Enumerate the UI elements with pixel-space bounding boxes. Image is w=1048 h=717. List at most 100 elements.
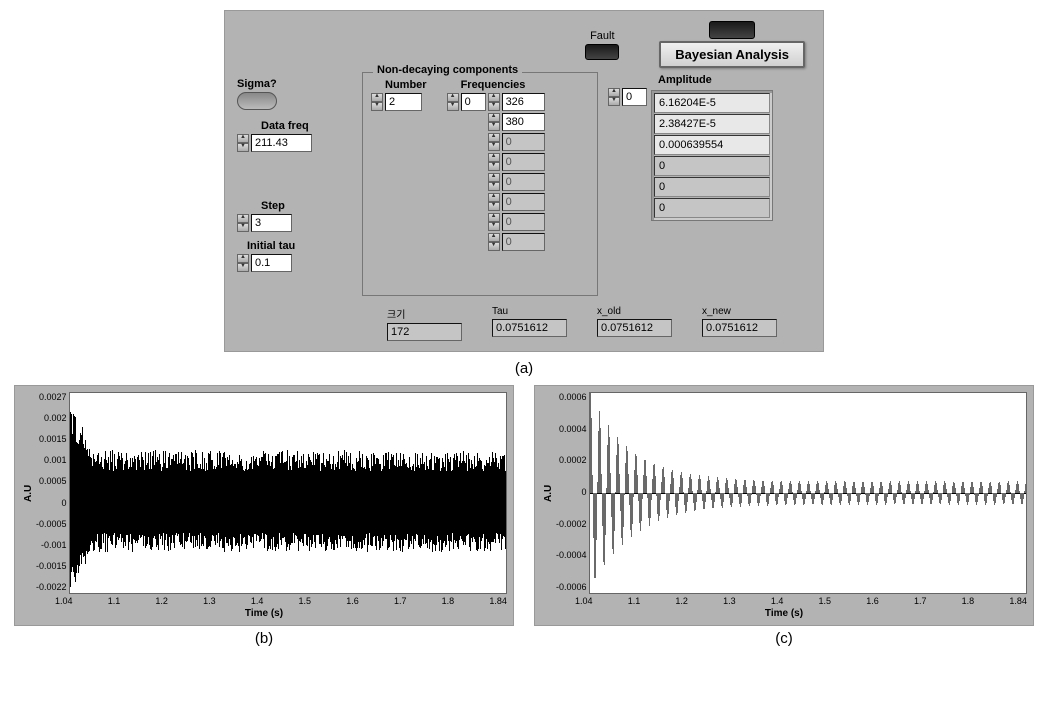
freq-value[interactable]: 0 <box>502 133 545 151</box>
freq-cell[interactable]: ▲▼0 <box>488 153 545 171</box>
freq-cell[interactable]: ▲▼0 <box>488 173 545 191</box>
ytick: 0.0005 <box>36 476 67 486</box>
amp-value: 0 <box>654 198 770 218</box>
initial-tau-control[interactable]: ▲▼ 0.1 <box>237 254 352 272</box>
freq-cell[interactable]: ▲▼0 <box>488 213 545 231</box>
amp-index-input[interactable]: 0 <box>622 88 647 106</box>
number-label: Number <box>385 79 427 91</box>
spinner-icon[interactable]: ▲▼ <box>488 133 500 151</box>
xtick: 1.7 <box>394 596 407 606</box>
spinner-icon[interactable]: ▲▼ <box>608 88 620 106</box>
xtick: 1.4 <box>251 596 264 606</box>
amp-value: 2.38427E-5 <box>654 114 770 134</box>
data-freq-control[interactable]: ▲▼ 211.43 <box>237 134 352 152</box>
frequencies-label: Frequencies <box>461 79 545 91</box>
sigma-toggle[interactable] <box>237 92 277 110</box>
freq-cell[interactable]: ▲▼0 <box>488 233 545 251</box>
bottom-indicators: 크기 172 Tau 0.0751612 x_old 0.0751612 x_n… <box>387 306 811 341</box>
amp-index-control[interactable]: ▲▼ 0 <box>608 88 647 106</box>
step-control[interactable]: ▲▼ 3 <box>237 214 352 232</box>
spinner-icon[interactable]: ▲▼ <box>237 254 249 272</box>
ytick: -0.0015 <box>36 561 67 571</box>
fault-label: Fault <box>590 30 614 42</box>
ytick: 0.0006 <box>556 392 587 402</box>
spinner-icon[interactable]: ▲▼ <box>488 153 500 171</box>
xtick: 1.84 <box>1009 596 1027 606</box>
xnew-value: 0.0751612 <box>702 319 777 337</box>
ytick: -0.0022 <box>36 582 67 592</box>
chart-b-xlabel: Time (s) <box>21 608 507 619</box>
spinner-icon[interactable]: ▲▼ <box>488 233 500 251</box>
chart-c-xaxis: 1.04 1.1 1.2 1.3 1.4 1.5 1.6 1.7 1.8 1.8… <box>541 596 1027 606</box>
freq-index-input[interactable]: 0 <box>461 93 486 111</box>
xtick: 1.8 <box>962 596 975 606</box>
spinner-icon[interactable]: ▲▼ <box>488 113 500 131</box>
number-input[interactable]: 2 <box>385 93 422 111</box>
freq-cell[interactable]: ▲▼380 <box>488 113 545 131</box>
ytick: -0.001 <box>36 540 67 550</box>
xtick: 1.6 <box>866 596 879 606</box>
fault-indicator-block: Fault <box>585 30 619 60</box>
amplitude-array: 6.16204E-5 2.38427E-5 0.000639554 0 0 0 <box>651 90 773 221</box>
bayesian-analysis-button[interactable]: Bayesian Analysis <box>659 41 805 68</box>
xtick: 1.5 <box>299 596 312 606</box>
spinner-icon[interactable]: ▲▼ <box>488 213 500 231</box>
ytick: 0.001 <box>36 455 67 465</box>
chart-c-plot-area[interactable] <box>589 392 1027 594</box>
freq-cell[interactable]: ▲▼0 <box>488 133 545 151</box>
freq-value[interactable]: 380 <box>502 113 545 131</box>
number-control[interactable]: ▲▼ 2 <box>371 93 427 111</box>
xtick: 1.3 <box>723 596 736 606</box>
chart-b-plot-area[interactable] <box>69 392 507 594</box>
caption-a: (a) <box>10 360 1038 377</box>
spinner-icon[interactable]: ▲▼ <box>371 93 383 111</box>
chart-b-xaxis: 1.04 1.1 1.2 1.3 1.4 1.5 1.6 1.7 1.8 1.8… <box>21 596 507 606</box>
freq-value[interactable]: 0 <box>502 173 545 191</box>
ytick: 0 <box>556 487 587 497</box>
xtick: 1.6 <box>346 596 359 606</box>
xtick: 1.7 <box>914 596 927 606</box>
tau-value: 0.0751612 <box>492 319 567 337</box>
spinner-icon[interactable]: ▲▼ <box>447 93 459 111</box>
ytick: 0.0004 <box>556 424 587 434</box>
freq-value[interactable]: 0 <box>502 233 545 251</box>
freq-value[interactable]: 0 <box>502 153 545 171</box>
ytick: 0.0027 <box>36 392 67 402</box>
spinner-icon[interactable]: ▲▼ <box>237 214 249 232</box>
frequencies-section: Frequencies ▲▼ 0 ▲▼326 ▲▼380 ▲▼0 ▲▼0 ▲▼0… <box>447 79 545 289</box>
xold-indicator: x_old 0.0751612 <box>597 306 672 341</box>
step-input[interactable]: 3 <box>251 214 292 232</box>
spinner-icon[interactable]: ▲▼ <box>488 193 500 211</box>
chart-b: A.U 0.0027 0.002 0.0015 0.001 0.0005 0 -… <box>14 385 514 626</box>
freq-index-control[interactable]: ▲▼ 0 <box>447 93 486 111</box>
ytick: -0.0006 <box>556 582 587 592</box>
freq-value[interactable]: 326 <box>502 93 545 111</box>
xtick: 1.4 <box>771 596 784 606</box>
xtick: 1.2 <box>155 596 168 606</box>
step-label: Step <box>261 200 352 212</box>
panel-header: Fault Bayesian Analysis <box>237 21 811 68</box>
xtick: 1.04 <box>55 596 73 606</box>
bayesian-led <box>709 21 755 39</box>
freq-cell[interactable]: ▲▼0 <box>488 193 545 211</box>
xold-value: 0.0751612 <box>597 319 672 337</box>
amp-value: 0 <box>654 177 770 197</box>
non-decaying-group: Non-decaying components Number ▲▼ 2 Freq… <box>362 72 598 296</box>
amplitude-section: Amplitude ▲▼ 0 6.16204E-5 2.38427E-5 0.0… <box>608 72 773 221</box>
initial-tau-input[interactable]: 0.1 <box>251 254 292 272</box>
freq-cell[interactable]: ▲▼326 <box>488 93 545 111</box>
freq-array: ▲▼326 ▲▼380 ▲▼0 ▲▼0 ▲▼0 ▲▼0 ▲▼0 ▲▼0 <box>488 93 545 251</box>
freq-value[interactable]: 0 <box>502 213 545 231</box>
xtick: 1.84 <box>489 596 507 606</box>
freq-value[interactable]: 0 <box>502 193 545 211</box>
amp-value: 6.16204E-5 <box>654 93 770 113</box>
data-freq-input[interactable]: 211.43 <box>251 134 312 152</box>
panel-main-row: Sigma? Data freq ▲▼ 211.43 Step ▲▼ 3 Ini… <box>237 72 811 296</box>
spinner-icon[interactable]: ▲▼ <box>488 173 500 191</box>
ytick: 0.0002 <box>556 455 587 465</box>
spinner-icon[interactable]: ▲▼ <box>237 134 249 152</box>
spinner-icon[interactable]: ▲▼ <box>488 93 500 111</box>
tau-indicator: Tau 0.0751612 <box>492 306 567 341</box>
ytick: -0.0004 <box>556 550 587 560</box>
data-freq-label: Data freq <box>261 120 352 132</box>
